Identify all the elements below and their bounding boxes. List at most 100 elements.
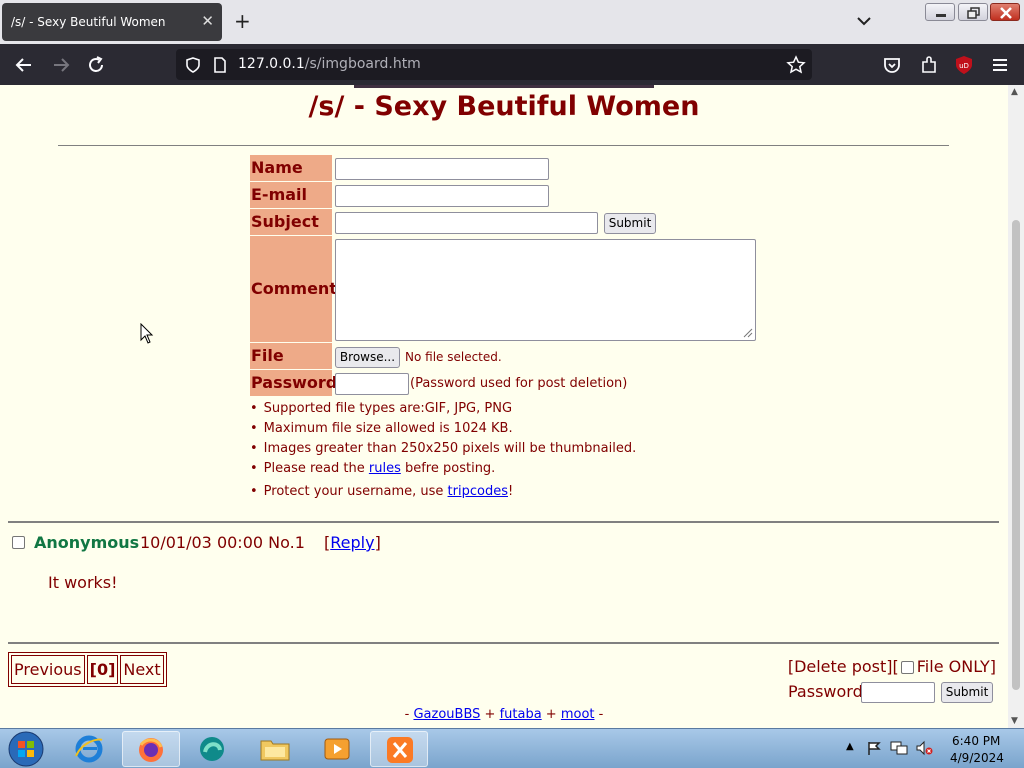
reply-link[interactable]: Reply <box>330 533 374 552</box>
new-tab-icon[interactable]: + <box>234 9 251 33</box>
tab-active[interactable]: /s/ - Sexy Beutiful Women ✕ <box>2 3 222 41</box>
rule-thumbnails: Images greater than 250x250 pixels will … <box>250 441 637 456</box>
read-rules-suffix: befre posting. <box>404 461 496 476</box>
vertical-scrollbar[interactable]: ▲ ▼ <box>1008 85 1024 728</box>
gazoubbs-link[interactable]: GazouBBS <box>413 707 480 722</box>
tripcodes-prefix: Protect your username, use <box>263 484 444 499</box>
title-bar: /s/ - Sexy Beutiful Women ✕ + <box>0 0 1024 44</box>
url-path: /s/imgboard.htm <box>304 56 421 72</box>
password-label: Password <box>250 370 337 396</box>
extensions-icon[interactable] <box>918 54 940 76</box>
name-input[interactable] <box>335 158 549 180</box>
close-window-button[interactable] <box>990 3 1020 21</box>
restore-button[interactable] <box>958 3 988 21</box>
taskbar-xampp[interactable] <box>370 731 428 767</box>
taskbar-ie[interactable] <box>60 731 118 767</box>
post-delete-checkbox[interactable] <box>12 536 25 549</box>
pocket-icon[interactable] <box>881 54 903 76</box>
form-divider <box>8 521 999 523</box>
post-divider <box>8 642 999 644</box>
action-center-flag-icon[interactable] <box>866 740 882 756</box>
file-only-checkbox[interactable] <box>900 661 914 674</box>
post-date: 10/01/03 00:00 No.1 <box>140 533 305 552</box>
resize-handle-icon[interactable] <box>741 326 753 338</box>
tray-expand-icon[interactable]: ▲ <box>846 741 854 752</box>
delete-row: [Delete post][File ONLY] <box>788 657 996 676</box>
minimize-icon <box>936 14 946 17</box>
reply-bracket-close: ] <box>374 533 381 552</box>
email-input[interactable] <box>335 185 549 207</box>
scroll-up-icon[interactable]: ▲ <box>1011 87 1018 97</box>
delete-submit-button[interactable]: Submit <box>941 682 993 703</box>
next-button[interactable]: Next <box>120 655 164 684</box>
password-input[interactable] <box>335 373 409 395</box>
no-file-text: No file selected. <box>405 350 502 364</box>
volume-muted-icon[interactable] <box>915 740 933 756</box>
tab-title: /s/ - Sexy Beutiful Women <box>11 15 166 29</box>
post-body: It works! <box>48 573 118 592</box>
comment-label: Comment <box>250 236 337 342</box>
email-label: E-mail <box>250 182 332 208</box>
moot-link[interactable]: moot <box>561 707 595 722</box>
network-icon[interactable] <box>890 740 908 756</box>
subject-input[interactable] <box>335 212 598 234</box>
board-title: /s/ - Sexy Beutiful Women <box>308 91 700 122</box>
footer-tail: - <box>594 707 604 722</box>
post-author: Anonymous <box>34 533 140 552</box>
start-button-icon[interactable] <box>6 730 46 768</box>
footer-sep1: + <box>480 707 500 722</box>
futaba-link[interactable]: futaba <box>500 707 542 722</box>
page-icon[interactable] <box>212 56 228 74</box>
url-host: 127.0.0.1 <box>238 56 305 72</box>
banner-image <box>354 85 654 88</box>
forward-icon[interactable] <box>50 54 72 76</box>
rule-max-size: Maximum file size allowed is 1024 KB. <box>250 421 513 436</box>
internet-explorer-icon <box>75 735 103 763</box>
name-label: Name <box>250 155 332 181</box>
url-text[interactable]: 127.0.0.1/s/imgboard.htm <box>238 56 421 72</box>
password-note: (Password used for post deletion) <box>410 376 628 391</box>
submit-button[interactable]: Submit <box>604 213 656 234</box>
bookmark-star-icon[interactable] <box>786 55 806 75</box>
url-bar[interactable]: 127.0.0.1/s/imgboard.htm <box>176 49 812 80</box>
taskbar-explorer[interactable] <box>246 731 304 767</box>
minimize-button[interactable] <box>925 3 955 21</box>
post-reply: [Reply] <box>324 533 381 552</box>
mouse-cursor-icon <box>140 323 154 344</box>
scroll-thumb[interactable] <box>1012 220 1020 690</box>
restore-icon <box>967 7 980 19</box>
taskbar-firefox[interactable] <box>122 731 180 767</box>
subject-label: Subject <box>250 209 332 235</box>
rule-read-rules: Please read the rules befre posting. <box>250 461 496 476</box>
title-divider <box>58 145 949 146</box>
delete-password-input[interactable] <box>861 682 935 703</box>
tripcodes-suffix: ! <box>507 484 514 499</box>
back-icon[interactable] <box>13 54 35 76</box>
ublock-icon[interactable]: uD <box>953 54 975 76</box>
taskbar-media[interactable] <box>308 731 366 767</box>
xampp-icon <box>387 737 413 763</box>
previous-button[interactable]: Previous <box>11 655 85 684</box>
taskbar-browser2[interactable] <box>184 731 242 767</box>
app-icon <box>200 737 224 761</box>
page-content: /s/ - Sexy Beutiful Women Name E-mail Su… <box>0 85 1008 728</box>
tab-close-icon[interactable]: ✕ <box>201 12 214 30</box>
tripcodes-link[interactable]: tripcodes <box>448 484 508 499</box>
menu-icon[interactable] <box>989 54 1011 76</box>
browse-button[interactable]: Browse... <box>335 347 400 368</box>
scroll-down-icon[interactable]: ▼ <box>1011 716 1018 726</box>
shield-icon[interactable] <box>184 56 202 74</box>
rules-link[interactable]: rules <box>369 461 401 476</box>
clock-time[interactable]: 6:40 PM <box>952 734 1000 748</box>
chevron-down-icon[interactable] <box>855 12 873 30</box>
delete-post-label: [Delete post][ <box>787 657 899 676</box>
folder-icon <box>260 740 290 761</box>
rule-tripcodes: Protect your username, use tripcodes! <box>250 484 514 499</box>
clock-date[interactable]: 4/9/2024 <box>950 751 1004 765</box>
taskbar: ▲ 6:40 PM 4/9/2024 <box>0 728 1024 768</box>
close-icon <box>1000 7 1012 19</box>
delete-password-label: Password <box>788 682 863 701</box>
file-label: File <box>250 343 332 369</box>
reload-icon[interactable] <box>85 54 107 76</box>
comment-textarea[interactable] <box>335 239 756 341</box>
